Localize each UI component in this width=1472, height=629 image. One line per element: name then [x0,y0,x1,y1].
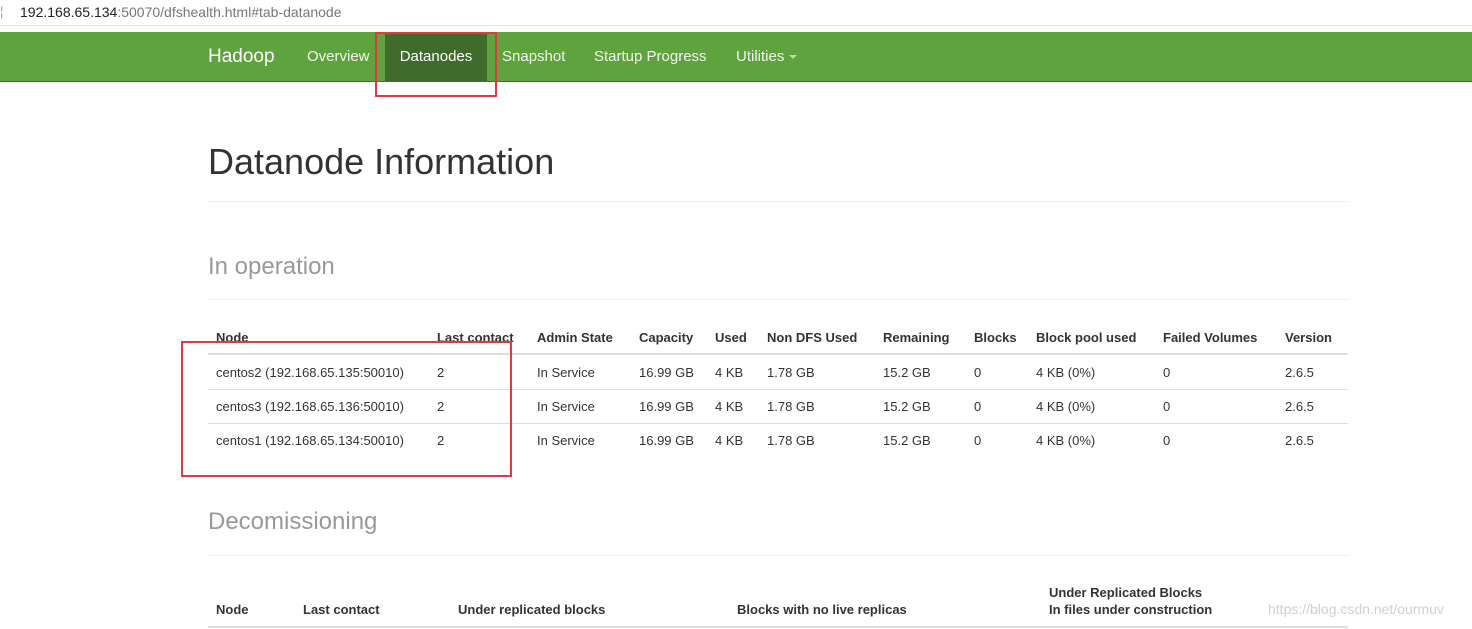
col-header-block-pool-used[interactable]: Block pool used [1036,330,1136,346]
cell-capacity: 16.99 GB [639,399,694,414]
nav-overview[interactable]: Overview [307,32,370,82]
page-title: Datanode Information [208,141,555,182]
chevron-down-icon [789,55,798,60]
section-title-in-operation: In operation [208,253,335,280]
decom-table-header-divider [208,626,1348,628]
cell-failed-volumes: 0 [1163,399,1171,414]
nav-utilities[interactable]: Utilities [736,32,798,82]
col-header-failed-volumes[interactable]: Failed Volumes [1163,330,1257,346]
cell-block-pool-used: 4 KB (0%) [1036,433,1096,448]
cell-remaining: 15.2 GB [883,399,931,414]
title-divider [208,201,1348,202]
cell-admin-state: In Service [537,399,595,414]
col-header-used[interactable]: Used [715,330,747,346]
cell-admin-state: In Service [537,433,595,448]
cell-used: 4 KB [715,365,744,380]
decom-col-header-node[interactable]: Node [216,602,249,618]
cell-version: 2.6.5 [1285,399,1314,414]
cell-non-dfs-used: 1.78 GB [767,433,815,448]
brand-link[interactable]: Hadoop [208,45,275,69]
nav-utilities-label: Utilities [736,48,785,65]
cell-remaining: 15.2 GB [883,433,931,448]
section-divider [208,299,1348,300]
cell-failed-volumes: 0 [1163,365,1171,380]
decom-col-header-under-construction-line2[interactable]: In files under construction [1049,602,1212,618]
cell-version: 2.6.5 [1285,433,1314,448]
cell-capacity: 16.99 GB [639,433,694,448]
cell-admin-state: In Service [537,365,595,380]
address-path: :50070/dfshealth.html#tab-datanode [117,4,342,20]
cell-non-dfs-used: 1.78 GB [767,365,815,380]
watermark: https://blog.csdn.net/ourmuv [1268,601,1444,617]
cell-block-pool-used: 4 KB (0%) [1036,365,1096,380]
cell-blocks: 0 [974,399,982,414]
address-bar[interactable]: ¦ 192.168.65.134:50070/dfshealth.html#ta… [0,0,1472,26]
col-header-version[interactable]: Version [1285,330,1332,346]
cell-blocks: 0 [974,433,982,448]
cell-blocks: 0 [974,365,982,380]
col-header-capacity[interactable]: Capacity [639,330,693,346]
decom-col-header-under-construction-line1[interactable]: Under Replicated Blocks [1049,585,1202,601]
cell-used: 4 KB [715,399,744,414]
decom-col-header-no-live-replicas[interactable]: Blocks with no live replicas [737,602,907,618]
section-title-decommissioning: Decomissioning [208,508,378,535]
col-header-admin-state[interactable]: Admin State [537,330,613,346]
col-header-remaining[interactable]: Remaining [883,330,949,346]
cell-remaining: 15.2 GB [883,365,931,380]
cell-non-dfs-used: 1.78 GB [767,399,815,414]
col-header-non-dfs-used[interactable]: Non DFS Used [767,330,857,346]
cell-failed-volumes: 0 [1163,433,1171,448]
cell-capacity: 16.99 GB [639,365,694,380]
address-separator: ¦ [0,4,4,19]
address-url[interactable]: 192.168.65.134:50070/dfshealth.html#tab-… [20,4,342,21]
cell-block-pool-used: 4 KB (0%) [1036,399,1096,414]
decom-col-header-last-contact[interactable]: Last contact [303,602,380,618]
highlight-box-nodes [181,341,512,477]
cell-version: 2.6.5 [1285,365,1314,380]
nav-startup-progress[interactable]: Startup Progress [594,32,707,82]
nav-snapshot[interactable]: Snapshot [502,32,565,82]
top-navbar: Hadoop Overview Datanodes Snapshot Start… [0,32,1472,82]
highlight-box-datanodes-tab [375,32,497,97]
decom-col-header-under-replicated[interactable]: Under replicated blocks [458,602,605,618]
cell-used: 4 KB [715,433,744,448]
address-host: 192.168.65.134 [20,4,118,20]
section-divider [208,555,1348,556]
col-header-blocks[interactable]: Blocks [974,330,1017,346]
